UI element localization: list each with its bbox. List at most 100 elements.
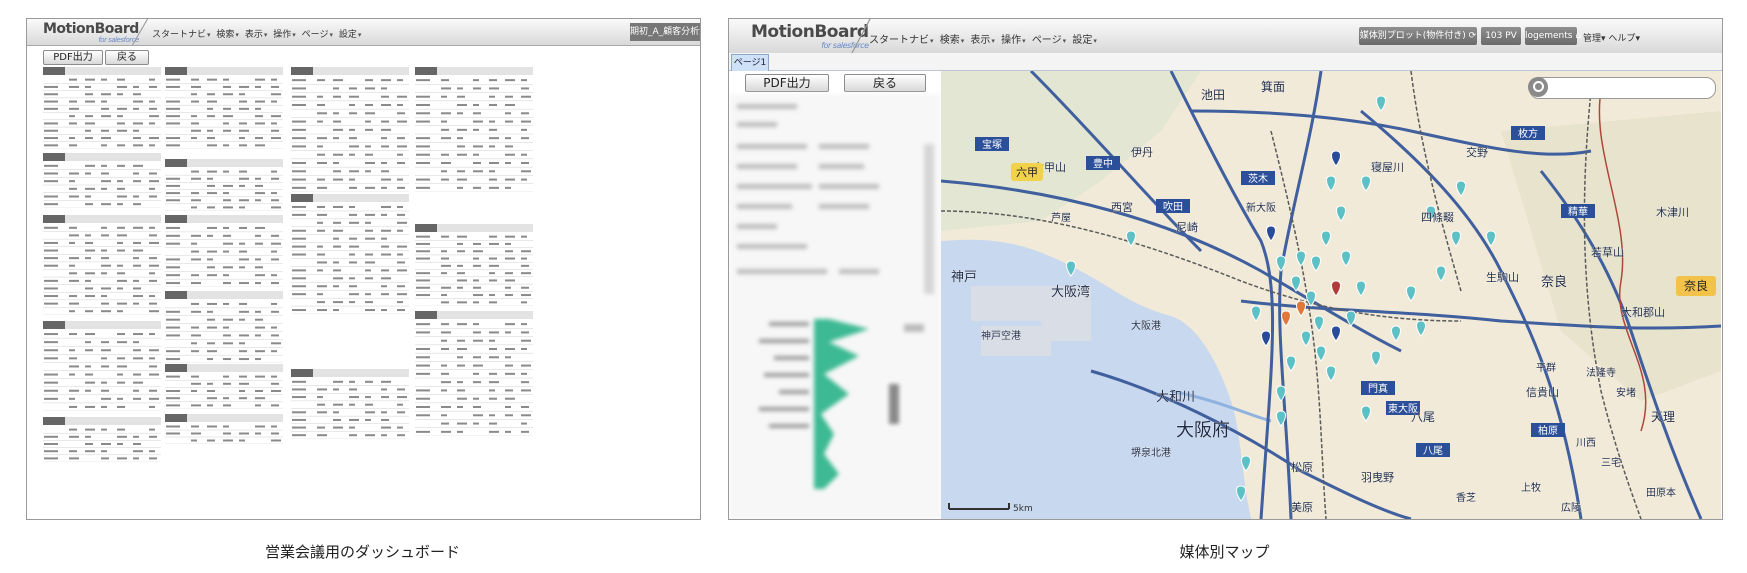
map-place-label: 安堵 [1616,386,1636,399]
search-icon[interactable] [1528,77,1548,97]
map-place-label: 若草山 [1591,246,1624,259]
menu-search[interactable]: 検索 [216,30,239,40]
header-divider [127,19,153,45]
dashboard-screenshot: MotionBoard for salesforce スタートナビ 検索 表示 … [26,18,701,520]
user-label: logements [1525,31,1573,41]
menu-operation[interactable]: 操作 [273,30,296,40]
dashboard-table [415,67,533,192]
map-place-label: 川西 [1576,438,1596,449]
app-header: MotionBoard for salesforce スタートナビ 検索 表示 … [729,19,1722,54]
map-place-label: 平群 [1536,361,1556,374]
map-place-label: 広陵 [1561,501,1581,514]
map-place-label: 西宮 [1111,200,1133,214]
help-link[interactable]: ヘルプ [1608,34,1635,44]
dashboard-table [291,67,409,192]
blurred-panel-content [729,94,941,519]
road-sign-label: 吹田 [1163,200,1183,213]
back-button[interactable]: 戻る [844,74,926,92]
menu-start-navi[interactable]: スタートナビ [869,35,934,46]
logo-subtext: for salesforce [98,36,139,44]
road-sign-label: 枚方 [1518,127,1538,140]
map-place-label: 奈良 [1541,274,1567,290]
dashboard-table [291,369,409,439]
road-sign-label: 精華 [1568,205,1588,218]
map-place-label: 香芝 [1456,491,1476,504]
map-screenshot: MotionBoard for salesforce スタートナビ 検索 表示 … [728,18,1723,520]
refresh-icon: ⟳ [1468,31,1477,41]
map-scale-label: 5km [1013,504,1033,514]
map-place-label: 生駒山 [1486,270,1519,284]
map-place-label: 池田 [1201,88,1225,102]
dashboard-table [165,67,283,149]
motionboard-logo: MotionBoard for salesforce [43,22,139,44]
map-place-label: 法隆寺 [1586,366,1616,379]
map-place-label: 松原 [1291,460,1313,474]
menu-page[interactable]: ページ [302,30,333,40]
menu-view[interactable]: 表示 [245,30,268,40]
home-icon: ⌂ [1575,31,1582,41]
road-sign-label: 八尾 [1423,445,1443,457]
map-canvas[interactable]: 宝塚豊中吹田茨木枚方精華東大阪八尾柏原門真池田箕面寝屋川六甲山芦屋西宮尼崎新大阪… [941,71,1722,519]
user-button[interactable]: logements ⌂ [1525,27,1581,45]
map-place-label: 大阪港 [1131,319,1161,332]
menu-operation[interactable]: 操作 [1001,35,1026,46]
map-place-label: 大阪府 [1176,420,1230,441]
map-search-field[interactable] [1528,77,1716,99]
dashboard-table [165,364,283,409]
map-place-label: 信貴山 [1526,385,1559,399]
map-place-label: 奈良 [1684,278,1708,293]
dashboard-table [165,159,283,211]
pdf-export-button[interactable]: PDF出力 [43,50,103,65]
dashboard-table [165,215,283,287]
map-place-label: 大阪湾 [1051,284,1090,300]
blurred-side-panel [729,94,941,519]
dashboard-table [43,215,161,315]
map-place-label: 神戸空港 [981,329,1021,342]
top-links: 管理▾ ヘルプ▾ [1583,31,1640,44]
map-caption: 媒体別マップ [1179,543,1270,561]
dashboard-table [43,153,161,208]
board-select-button[interactable]: 媒体別プロット(物件付き) ⟳ [1359,27,1477,45]
dashboard-table [165,291,283,363]
osaka-map[interactable]: 宝塚 豊中 吹田 茨木 枚方 精華 東大阪 八尾 柏原 門真 池田 箕面 寝屋川 六甲山 芦屋 西宮 尼崎 新大阪… [941,71,1722,519]
tab-page1[interactable]: ページ1 [731,54,769,71]
dashboard-table [291,194,409,314]
back-button[interactable]: 戻る [105,50,149,65]
dashboard-table [415,224,533,306]
menu-settings[interactable]: 設定 [1072,35,1097,46]
board-select-label: 媒体別プロット(物件付き) [1359,31,1466,41]
admin-link[interactable]: 管理 [1583,34,1601,44]
map-place-label: 大和郡山 [1621,305,1665,319]
chevron-down-icon: ▾ [1601,34,1606,44]
road-sign-label: 茨木 [1248,172,1268,185]
map-place-label: 六甲 [1016,166,1038,179]
board-name-badge[interactable]: 期初_A_顧客分析金額 [630,23,700,41]
road-sign-label: 宝塚 [982,138,1002,151]
main-menu: スタートナビ 検索 表示 操作 ページ 設定 [152,27,364,40]
road-sign-label: 門真 [1368,382,1388,395]
dashboard-table [165,414,283,444]
dashboard-caption: 営業会議用のダッシュボード [264,543,460,561]
map-place-label: 堺泉北港 [1131,446,1171,459]
map-place-label: 美原 [1291,501,1313,514]
map-place-label: 新大阪 [1246,201,1276,214]
map-place-label: 上牧 [1521,481,1541,494]
map-place-label: 芦屋 [1051,212,1071,224]
map-place-label: 天理 [1651,410,1675,424]
map-place-label: 大和川 [1156,390,1195,405]
road-sign-label: 柏原 [1538,424,1558,437]
menu-page[interactable]: ページ [1032,35,1066,46]
dashboard-table [43,321,161,411]
logo-text: MotionBoard [43,21,139,37]
menu-settings[interactable]: 設定 [339,30,362,40]
map-place-label: 三宅 [1601,456,1621,469]
dashboard-table [415,311,533,436]
menu-search[interactable]: 検索 [940,35,965,46]
menu-view[interactable]: 表示 [970,35,995,46]
map-place-label: 八尾 [1411,410,1435,424]
pv-button[interactable]: 103 PV [1481,27,1521,45]
dashboard-table [43,67,161,149]
pdf-export-button[interactable]: PDF出力 [745,74,829,92]
menu-start-navi[interactable]: スタートナビ [152,30,211,40]
map-place-label: 四條畷 [1421,210,1454,224]
